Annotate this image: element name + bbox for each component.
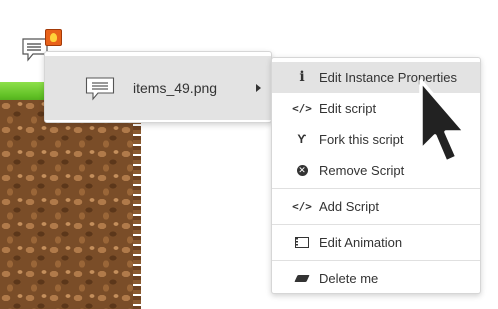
- remove-icon: ✕: [294, 155, 310, 186]
- menu-item-label: items_49.png: [133, 80, 218, 96]
- speech-bubble-icon: [85, 77, 115, 101]
- menu-item-label: Fork this script: [319, 132, 404, 147]
- menu-item-label: Edit Animation: [319, 235, 403, 250]
- context-menu-primary: items_49.png: [44, 51, 272, 123]
- code-icon: </>: [292, 200, 312, 213]
- dirt-tile-edge: [133, 100, 141, 309]
- menu-item-label: Add Script: [319, 199, 379, 214]
- menu-item-label: Edit script: [319, 101, 377, 116]
- film-icon: [294, 227, 310, 258]
- menu-item-add-script[interactable]: </> Add Script: [272, 191, 480, 222]
- submenu-arrow-icon: [256, 84, 261, 92]
- mouse-pointer-icon: [419, 79, 467, 164]
- menu-item-label: Delete me: [319, 271, 379, 286]
- fork-icon: Ƴ: [297, 132, 307, 146]
- menu-item-items-49[interactable]: items_49.png: [45, 56, 271, 120]
- menu-divider: [272, 224, 480, 225]
- info-icon: i: [299, 69, 305, 85]
- menu-item-delete-me[interactable]: Delete me: [272, 263, 480, 294]
- eraser-icon: [294, 263, 310, 294]
- remove-glyph: ✕: [296, 165, 308, 176]
- fire-sprite-icon[interactable]: [45, 29, 62, 46]
- code-icon: </>: [292, 102, 312, 115]
- game-canvas[interactable]: items_49.png i Edit Instance Properties …: [0, 0, 498, 309]
- dirt-tile-block: [0, 100, 139, 309]
- menu-divider: [272, 188, 480, 189]
- menu-item-label: Remove Script: [319, 163, 405, 178]
- menu-divider: [272, 260, 480, 261]
- menu-item-edit-animation[interactable]: Edit Animation: [272, 227, 480, 258]
